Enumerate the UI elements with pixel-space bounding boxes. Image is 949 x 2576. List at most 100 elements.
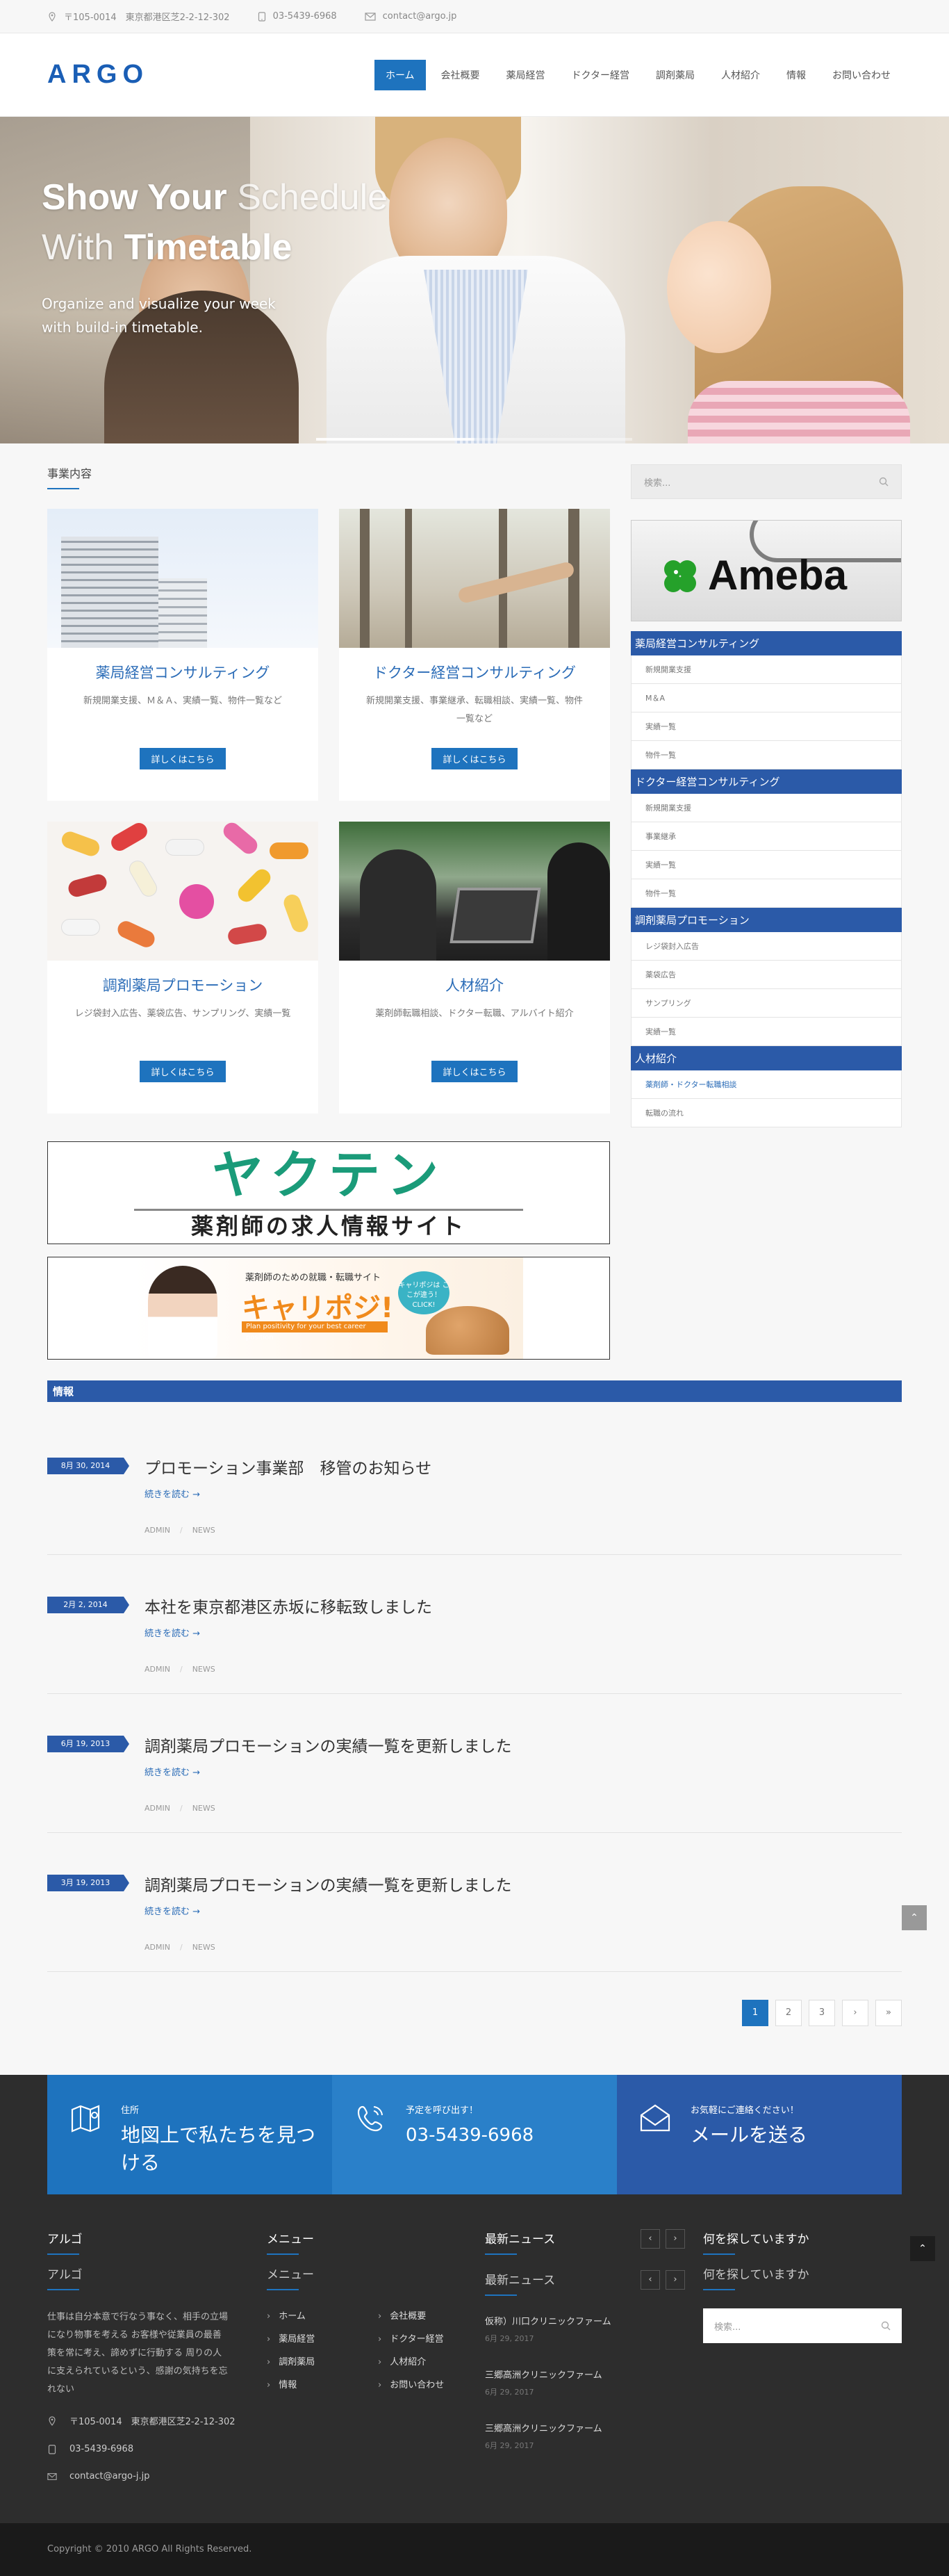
sidebar-group-title[interactable]: 調剤薬局プロモーション <box>631 908 902 932</box>
page-next[interactable]: › <box>842 2000 868 2026</box>
search-icon[interactable] <box>879 477 889 487</box>
topbar-email-text[interactable]: contact@argo.jp <box>383 11 457 22</box>
card-title[interactable]: ドクター経営コンサルティング <box>339 662 610 683</box>
sidebar-link[interactable]: 事業継承 <box>631 822 902 851</box>
read-more-link[interactable]: 続きを読む → <box>145 1487 200 1500</box>
read-more-link[interactable]: 続きを読む → <box>145 1765 200 1778</box>
caripoji-banner[interactable]: 薬剤師のための就職・転職サイト キャリポジ! Plan positivity f… <box>47 1257 610 1360</box>
sidebar-link[interactable]: 薬剤師・ドクター転職相談 <box>631 1070 902 1099</box>
card-detail-button[interactable]: 詳しくはこちら <box>140 748 226 769</box>
news-next-button[interactable]: › <box>666 2229 685 2249</box>
footer-menu-item[interactable]: 会社概要 <box>378 2308 468 2322</box>
sidebar-link[interactable]: 転職の流れ <box>631 1099 902 1127</box>
footer-menu-item[interactable]: 人材紹介 <box>378 2354 468 2367</box>
news-next-button[interactable]: › <box>666 2270 685 2290</box>
post-author[interactable]: ADMIN <box>145 1526 170 1535</box>
nav-item-doctor[interactable]: ドクター経営 <box>561 60 641 90</box>
post-category[interactable]: NEWS <box>192 1665 215 1674</box>
post-title[interactable]: 本社を東京都港区赤坂に移転致しました <box>145 1594 432 1617</box>
post-author[interactable]: ADMIN <box>145 1665 170 1674</box>
info-section-title: 情報 <box>47 1380 902 1402</box>
post-title[interactable]: プロモーション事業部 移管のお知らせ <box>145 1455 431 1478</box>
sidebar-link[interactable]: M＆A <box>631 684 902 712</box>
yakuten-banner[interactable]: ヤクテン 薬剤師の求人情報サイト <box>47 1141 610 1244</box>
footer-email[interactable]: contact@argo-j.jp <box>47 2471 267 2481</box>
footer-menu-item[interactable]: 調剤薬局 <box>267 2354 378 2367</box>
sidebar-search-input[interactable]: 検索... <box>631 464 902 499</box>
phone-icon <box>258 11 265 22</box>
card-detail-button[interactable]: 詳しくはこちら <box>140 1061 226 1082</box>
footer-menu-item[interactable]: 薬局経営 <box>267 2331 378 2345</box>
read-more-link[interactable]: 続きを読む → <box>145 1626 200 1639</box>
footer-menu-item[interactable]: ドクター経営 <box>378 2331 468 2345</box>
nav-item-staffing[interactable]: 人材紹介 <box>710 60 771 90</box>
page-2[interactable]: 2 <box>775 2000 802 2026</box>
post-author[interactable]: ADMIN <box>145 1943 170 1952</box>
page-last[interactable]: » <box>875 2000 902 2026</box>
cta-email-label: お気軽にご連絡ください！ <box>691 2105 799 2116</box>
page-1[interactable]: 1 <box>742 2000 768 2026</box>
topbar-email[interactable]: contact@argo.jp <box>365 11 457 22</box>
news-item[interactable]: 三郷高洲クリニックファーム 6月 29, 2017 <box>485 2421 685 2451</box>
scroll-top-button[interactable]: ⌃ <box>902 1905 927 1930</box>
search-icon[interactable] <box>881 2321 891 2331</box>
card-detail-button[interactable]: 詳しくはこちら <box>431 1061 518 1082</box>
clover-icon <box>664 560 696 592</box>
post-title[interactable]: 調剤薬局プロモーションの実績一覧を更新しました <box>145 1872 512 1896</box>
cta-phone-number[interactable]: 03-5439-6968 <box>406 2121 534 2149</box>
nav-item-dispensing[interactable]: 調剤薬局 <box>645 60 706 90</box>
sidebar-link[interactable]: 物件一覧 <box>631 879 902 908</box>
post-meta: ADMIN / NEWS <box>145 1665 215 1674</box>
post-category[interactable]: NEWS <box>192 1526 215 1535</box>
card-detail-button[interactable]: 詳しくはこちら <box>431 748 518 769</box>
cta-email[interactable]: お気軽にご連絡ください！ メールを送る <box>617 2075 902 2194</box>
post-category[interactable]: NEWS <box>192 1804 215 1813</box>
news-prev-button[interactable]: ‹ <box>641 2270 660 2290</box>
card-title[interactable]: 調剤薬局プロモーション <box>47 975 318 995</box>
scroll-top-button-footer[interactable]: ⌃ <box>910 2236 935 2261</box>
post-title[interactable]: 調剤薬局プロモーションの実績一覧を更新しました <box>145 1733 512 1756</box>
footer-menu-item[interactable]: お問い合わせ <box>378 2377 468 2390</box>
sidebar-link[interactable]: 新規開業支援 <box>631 655 902 684</box>
sidebar-link[interactable]: 新規開業支援 <box>631 794 902 822</box>
cta-phone[interactable]: 予定を呼び出す！ 03-5439-6968 <box>332 2075 617 2194</box>
news-prev-button[interactable]: ‹ <box>641 2229 660 2249</box>
footer-menu: メニュー メニュー ホーム 会社概要 薬局経営 ドクター経営 調剤薬局 人材紹介… <box>267 2229 485 2481</box>
site-logo[interactable]: ARGO <box>47 60 149 90</box>
nav-item-pharmacy[interactable]: 薬局経営 <box>495 60 556 90</box>
nav-item-home[interactable]: ホーム <box>374 59 426 90</box>
sidebar-group-staffing: 人材紹介 薬剤師・ドクター転職相談 転職の流れ <box>631 1046 902 1127</box>
sidebar-link[interactable]: サンプリング <box>631 989 902 1018</box>
sidebar-link[interactable]: 薬袋広告 <box>631 961 902 989</box>
sidebar-link[interactable]: 実績一覧 <box>631 1018 902 1046</box>
card-title[interactable]: 人材紹介 <box>339 975 610 995</box>
post-category[interactable]: NEWS <box>192 1943 215 1952</box>
sidebar-group-doctor: ドクター経営コンサルティング 新規開業支援 事業継承 実績一覧 物件一覧 <box>631 769 902 908</box>
sidebar-link[interactable]: 実績一覧 <box>631 712 902 741</box>
sidebar-link[interactable]: レジ袋封入広告 <box>631 932 902 961</box>
sidebar-link[interactable]: 実績一覧 <box>631 851 902 879</box>
footer-menu-item[interactable]: 情報 <box>267 2377 378 2390</box>
sidebar-group-title[interactable]: ドクター経営コンサルティング <box>631 769 902 794</box>
caripoji-bubble: キャリポジは ここが違う！ CLICK! <box>398 1271 449 1314</box>
page-3[interactable]: 3 <box>809 2000 835 2026</box>
nav-item-company[interactable]: 会社概要 <box>430 60 491 90</box>
cta-email-text[interactable]: メールを送る <box>691 2121 807 2149</box>
footer-news-title: 最新ニュース <box>485 2229 555 2255</box>
post-author[interactable]: ADMIN <box>145 1804 170 1813</box>
hero-slider[interactable]: Show Your Schedule With Timetable Organiz… <box>0 117 949 443</box>
card-title[interactable]: 薬局経営コンサルティング <box>47 662 318 683</box>
news-item[interactable]: 三郷高洲クリニックファーム 6月 29, 2017 <box>485 2367 685 2397</box>
cta-map-text[interactable]: 地図上で私たちを見つける <box>121 2121 332 2177</box>
footer-search-input[interactable]: 検索... <box>703 2308 902 2343</box>
nav-item-info[interactable]: 情報 <box>775 60 817 90</box>
sidebar-group-title[interactable]: 人材紹介 <box>631 1046 902 1070</box>
read-more-link[interactable]: 続きを読む → <box>145 1904 200 1917</box>
news-item[interactable]: 仮称）川口クリニックファーム 6月 29, 2017 <box>485 2314 685 2344</box>
sidebar-group-title[interactable]: 薬局経営コンサルティング <box>631 631 902 655</box>
ameba-banner[interactable]: Ameba <box>631 520 902 621</box>
cta-map[interactable]: 住所 地図上で私たちを見つける <box>47 2075 332 2194</box>
footer-menu-item[interactable]: ホーム <box>267 2308 378 2322</box>
nav-item-contact[interactable]: お問い合わせ <box>821 60 902 90</box>
sidebar-link[interactable]: 物件一覧 <box>631 741 902 769</box>
